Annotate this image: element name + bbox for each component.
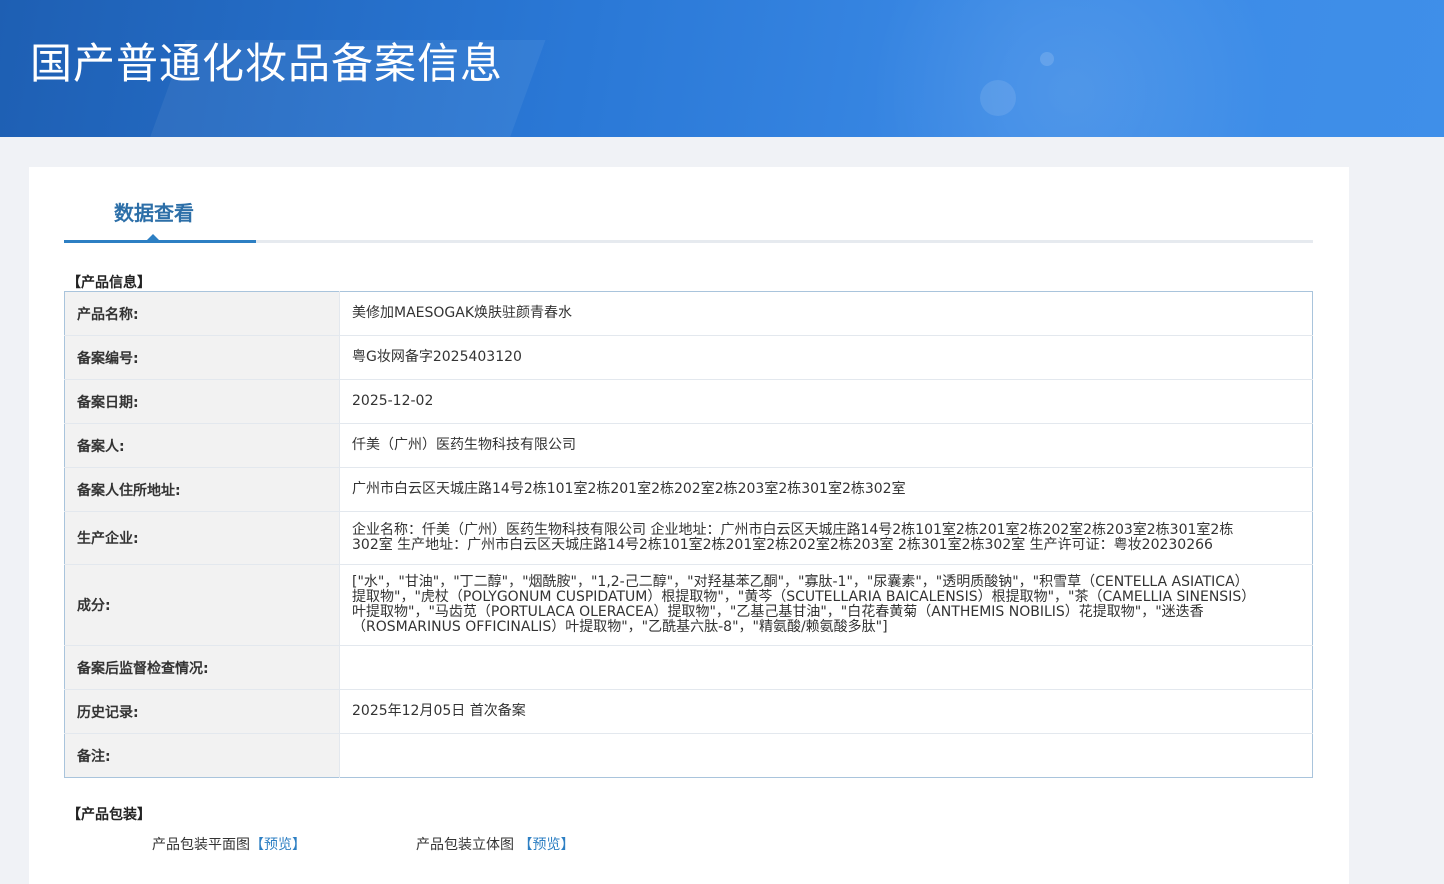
row-label: 备案人住所地址: xyxy=(64,467,340,512)
banner-decoration xyxy=(1040,52,1054,66)
row-value: 2025年12月05日 首次备案 xyxy=(339,689,1313,734)
row-label: 产品名称: xyxy=(64,291,340,336)
product-info-table: 产品名称: 美修加MAESOGAK焕肤驻颜青春水 备案编号: 粤G妆网备字202… xyxy=(64,291,1313,778)
packaging-section-title: 【产品包装】 xyxy=(67,807,151,823)
tab-active-indicator xyxy=(64,240,256,243)
row-label: 备案编号: xyxy=(64,335,340,380)
table-row: 备案日期: 2025-12-02 xyxy=(64,379,1313,424)
tab-data-view[interactable]: 数据查看 xyxy=(114,197,194,226)
package-stereo-preview-link[interactable]: 【预览】 xyxy=(518,837,574,853)
package-stereo-label: 产品包装立体图 xyxy=(416,837,514,853)
row-label: 备案人: xyxy=(64,423,340,468)
package-flat-preview-link[interactable]: 【预览】 xyxy=(250,837,306,853)
table-row: 产品名称: 美修加MAESOGAK焕肤驻颜青春水 xyxy=(64,291,1313,336)
row-value: 广州市白云区天城庄路14号2栋101室2栋201室2栋202室2栋203室2栋3… xyxy=(339,467,1313,512)
row-value: 粤G妆网备字2025403120 xyxy=(339,335,1313,380)
table-row: 备案人住所地址: 广州市白云区天城庄路14号2栋101室2栋201室2栋202室… xyxy=(64,467,1313,512)
package-stereo-item: 产品包装立体图 【预览】 xyxy=(416,834,574,854)
product-info-section-title: 【产品信息】 xyxy=(67,275,151,291)
table-row: 备案后监督检查情况: xyxy=(64,645,1313,690)
table-row: 成分: ["水"，"甘油"，"丁二醇"，"烟酰胺"，"1,2-己二醇"，"对羟基… xyxy=(64,564,1313,646)
row-value: 企业名称：仟美（广州）医药生物科技有限公司 企业地址：广州市白云区天城庄路14号… xyxy=(339,511,1313,565)
table-row: 备注: xyxy=(64,733,1313,778)
row-value: 仟美（广州）医药生物科技有限公司 xyxy=(339,423,1313,468)
content-card: 数据查看 【产品信息】 产品名称: 美修加MAESOGAK焕肤驻颜青春水 备案编… xyxy=(29,167,1349,884)
banner-decoration xyxy=(980,80,1016,116)
row-label: 备案后监督检查情况: xyxy=(64,645,340,690)
package-flat-label: 产品包装平面图 xyxy=(152,837,250,853)
row-label: 历史记录: xyxy=(64,689,340,734)
row-value: 2025-12-02 xyxy=(339,379,1313,424)
tab-caret-icon xyxy=(147,234,159,240)
row-label: 备注: xyxy=(64,733,340,778)
page-title: 国产普通化妆品备案信息 xyxy=(30,39,504,88)
table-row: 生产企业: 企业名称：仟美（广州）医药生物科技有限公司 企业地址：广州市白云区天… xyxy=(64,511,1313,565)
table-row: 历史记录: 2025年12月05日 首次备案 xyxy=(64,689,1313,734)
row-value xyxy=(340,734,1313,778)
row-value: 美修加MAESOGAK焕肤驻颜青春水 xyxy=(339,291,1313,336)
header-banner: 国产普通化妆品备案信息 xyxy=(0,0,1444,137)
table-row: 备案人: 仟美（广州）医药生物科技有限公司 xyxy=(64,423,1313,468)
row-label: 成分: xyxy=(64,564,340,646)
row-value: ["水"，"甘油"，"丁二醇"，"烟酰胺"，"1,2-己二醇"，"对羟基苯乙酮"… xyxy=(339,564,1313,646)
row-value xyxy=(339,645,1313,690)
row-label: 生产企业: xyxy=(64,511,340,565)
table-row: 备案编号: 粤G妆网备字2025403120 xyxy=(64,335,1313,380)
package-flat-item: 产品包装平面图【预览】 xyxy=(152,834,306,854)
row-label: 备案日期: xyxy=(64,379,340,424)
